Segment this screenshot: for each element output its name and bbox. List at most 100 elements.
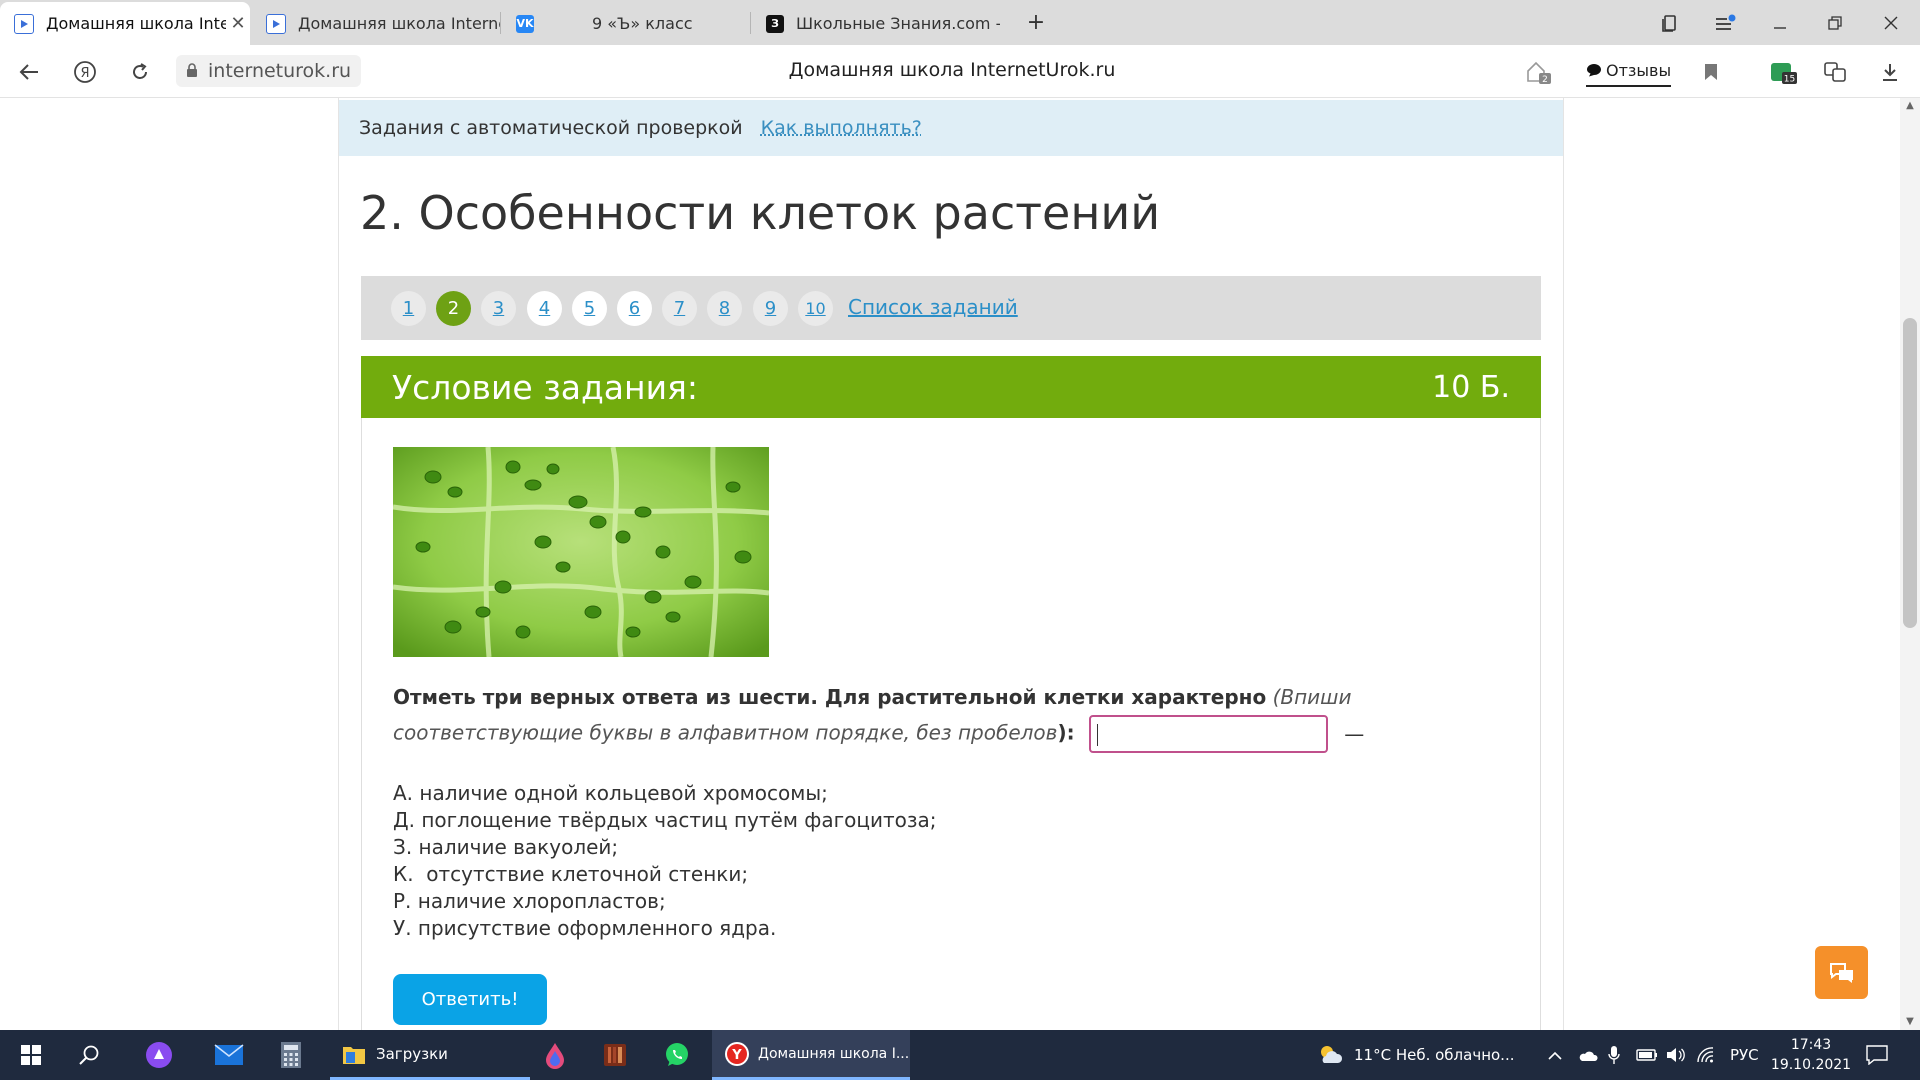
language-indicator[interactable]: РУС (1730, 1030, 1759, 1080)
calculator-icon[interactable] (268, 1030, 314, 1080)
answer-input[interactable] (1088, 715, 1328, 753)
task-pager: 1 2 3 4 5 6 7 8 9 10 Список заданий (361, 276, 1541, 340)
condition-title: Условие задания: (392, 367, 699, 407)
extension-icon[interactable]: 15 (1768, 57, 1800, 87)
tab-znaniya[interactable]: З Школьные Знания.com - F (752, 2, 1000, 45)
chat-icon (1829, 962, 1853, 983)
tab-internet-urok-1[interactable]: Домашняя школа Interr ✕ (0, 2, 250, 45)
pager-item-7[interactable]: 7 (662, 291, 697, 326)
onedrive-icon[interactable] (1578, 1030, 1598, 1080)
taskbar-downloads-label: Загрузки (376, 1044, 448, 1063)
question-text: Отметь три верных ответа из шести. Для р… (393, 680, 1513, 753)
clock[interactable]: 17:43 19.10.2021 (1770, 1030, 1852, 1080)
mail-icon[interactable] (206, 1030, 252, 1080)
text-caret (1096, 724, 1098, 746)
browser-tab-strip: Домашняя школа Interr ✕ Домашняя школа I… (0, 0, 1920, 45)
bookmark-icon[interactable] (1698, 57, 1724, 87)
pager-item-2[interactable]: 2 (436, 291, 471, 326)
condition-points: 10 Б. (1432, 369, 1510, 405)
pager-item-5[interactable]: 5 (572, 291, 607, 326)
weather-widget[interactable]: 11°C Неб. облачно... (1316, 1030, 1514, 1080)
answer-options: А. наличие одной кольцевой хромосомы; Д.… (393, 780, 937, 942)
volume-icon[interactable] (1666, 1030, 1686, 1080)
task-list-link[interactable]: Список заданий (848, 295, 1018, 319)
weather-text: 11°C Неб. облачно... (1354, 1046, 1515, 1064)
pager-item-3[interactable]: 3 (481, 291, 516, 326)
pager-item-9[interactable]: 9 (753, 291, 788, 326)
download-icon[interactable] (1875, 57, 1905, 87)
favorites-icon[interactable]: 2 (1522, 57, 1554, 87)
pager-item-1[interactable]: 1 (391, 291, 426, 326)
list-item: У. присутствие оформленного ядра. (393, 916, 777, 940)
play-icon (14, 13, 34, 34)
taskbar-downloads[interactable]: Загрузки (330, 1030, 530, 1080)
play-icon (266, 13, 286, 34)
taskbar-yandex-browser[interactable]: Y Домашняя школа I... (712, 1030, 910, 1080)
whatsapp-icon[interactable] (654, 1030, 700, 1080)
chat-button[interactable] (1815, 946, 1868, 999)
clock-time: 17:43 (1790, 1037, 1832, 1053)
windows-start-icon[interactable] (8, 1030, 54, 1080)
pager-item-10[interactable]: 10 (798, 291, 833, 326)
pager-item-6[interactable]: 6 (617, 291, 652, 326)
close-window-icon[interactable] (1876, 8, 1906, 38)
pager-item-8[interactable]: 8 (707, 291, 742, 326)
question-main: Отметь три верных ответа из шести. Для р… (393, 685, 1267, 709)
tab-label: 9 «Ъ» класс (592, 14, 693, 33)
reviews-label: Отзывы (1606, 60, 1672, 80)
drop-app-icon[interactable] (532, 1030, 578, 1080)
tab-label: Домашняя школа Interr (46, 14, 226, 33)
pager-item-4[interactable]: 4 (527, 291, 562, 326)
list-item: А. наличие одной кольцевой хромосомы; (393, 781, 828, 805)
new-tab-button[interactable]: + (1022, 9, 1050, 37)
svg-text:15: 15 (1784, 75, 1795, 85)
restore-icon[interactable] (1820, 8, 1850, 38)
tab-label: Школьные Знания.com - F (796, 14, 1000, 33)
reviews-button[interactable]: Отзывы (1586, 55, 1672, 87)
tab-divider (750, 12, 751, 34)
tab-divider (500, 12, 501, 34)
answer-dash: — (1344, 721, 1365, 746)
list-item: К. отсутствие клеточной стенки; (393, 862, 749, 886)
tab-internet-urok-2[interactable]: Домашняя школа Internet (252, 2, 500, 45)
close-icon[interactable]: ✕ (226, 13, 250, 34)
plant-cells-image (393, 447, 769, 657)
page-viewport: Задания с автоматической проверкой Как в… (0, 98, 1900, 1030)
znaniya-icon: З (766, 14, 784, 33)
taskbar-browser-label: Домашняя школа I... (758, 1045, 910, 1062)
translate-icon[interactable] (1820, 57, 1850, 87)
speech-bubble-icon (1587, 64, 1601, 77)
minimize-icon[interactable] (1765, 8, 1795, 38)
submit-button[interactable]: Ответить! (393, 974, 547, 1025)
howto-link[interactable]: Как выполнять? (761, 117, 922, 139)
list-item: З. наличие вакуолей; (393, 835, 619, 859)
content-panel: Задания с автоматической проверкой Как в… (338, 98, 1564, 1030)
list-item: Д. поглощение твёрдых частиц путём фагоц… (393, 808, 937, 832)
autocheck-bar: Задания с автоматической проверкой Как в… (339, 100, 1563, 156)
address-bar: Я interneturok.ru Домашняя школа Interne… (0, 45, 1920, 98)
notifications-icon[interactable] (1866, 1030, 1888, 1080)
scrollbar-thumb[interactable] (1903, 318, 1917, 628)
clock-date: 19.10.2021 (1770, 1057, 1852, 1073)
page-title: 2. Особенности клеток растений (360, 186, 1161, 240)
svg-text:2: 2 (1542, 75, 1548, 85)
condition-header: Условие задания: 10 Б. (361, 356, 1541, 418)
wifi-icon[interactable] (1696, 1030, 1714, 1080)
yandex-browser-icon: Y (725, 1041, 749, 1066)
microphone-icon[interactable] (1608, 1030, 1620, 1080)
question-close: ): (1057, 720, 1075, 745)
tab-label: Домашняя школа Internet (298, 14, 500, 33)
weather-cloud-sun-icon (1321, 1046, 1343, 1063)
battery-icon[interactable] (1636, 1030, 1658, 1080)
autocheck-label: Задания с автоматической проверкой (359, 117, 743, 139)
folder-icon (343, 1046, 365, 1064)
collections-icon[interactable] (1655, 8, 1685, 38)
scroll-down-icon[interactable]: ▼ (1900, 1016, 1920, 1027)
book-app-icon[interactable] (592, 1030, 638, 1080)
alice-icon[interactable] (136, 1030, 182, 1080)
tray-chevron-icon[interactable] (1547, 1030, 1563, 1080)
tab-vk[interactable]: VK 9 «Ъ» класс (502, 2, 750, 45)
scroll-up-icon[interactable]: ▲ (1900, 100, 1920, 111)
menu-icon[interactable] (1710, 8, 1740, 38)
search-icon[interactable] (66, 1030, 112, 1080)
